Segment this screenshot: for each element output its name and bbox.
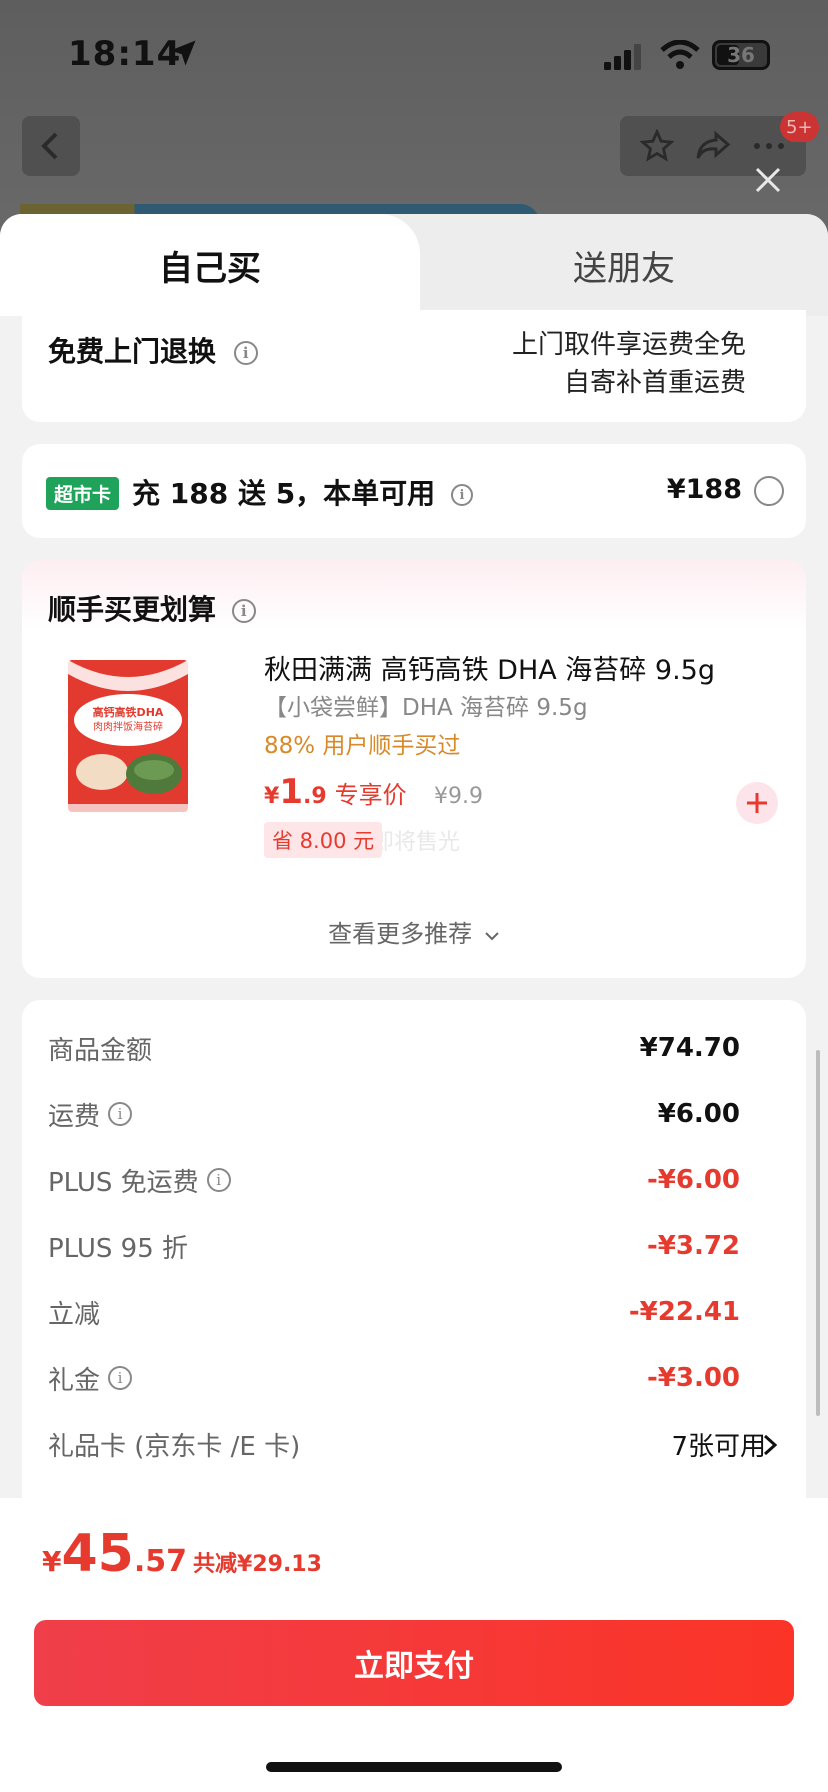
summary-row-gift-money: 礼金 i -¥3.00: [48, 1358, 740, 1398]
original-price: ¥9.9: [434, 784, 483, 809]
summary-label: PLUS 免运费 i: [48, 1162, 231, 1199]
price-yen: ¥: [264, 784, 280, 809]
total-yen: ¥: [42, 1545, 62, 1578]
save-badge: 省 8.00 元: [264, 822, 383, 858]
package-text-1: 高钙高铁DHA: [93, 705, 164, 719]
status-time: 18:14: [68, 34, 182, 74]
returns-line1: 上门取件享运费全免: [511, 330, 746, 360]
package-text-2: 肉肉拌饭海苔碎: [93, 720, 163, 733]
summary-row-gift-card[interactable]: 礼品卡 (京东卡 /E 卡) 7张可用: [48, 1424, 766, 1464]
back-button[interactable]: [22, 116, 80, 176]
location-arrow-icon: [170, 40, 196, 66]
add-to-order-button[interactable]: [736, 782, 778, 824]
summary-label-text: 运费: [48, 1101, 101, 1132]
info-icon[interactable]: i: [206, 1168, 231, 1192]
summary-value: -¥6.00: [646, 1165, 740, 1195]
chevron-left-icon: [41, 132, 58, 160]
notification-badge: 5+: [780, 112, 819, 142]
summary-value: ¥74.70: [639, 1033, 740, 1063]
summary-value: 7张可用: [671, 1431, 766, 1462]
price-int: 1: [279, 772, 303, 812]
more-recommend-link[interactable]: 查看更多推荐: [22, 914, 806, 949]
summary-label-text: PLUS 免运费: [48, 1167, 199, 1198]
product-stat: 88% 用户顺手买过: [264, 733, 461, 759]
summary-row-shipping: 运费 i ¥6.00: [48, 1094, 740, 1134]
info-icon[interactable]: i: [108, 1366, 133, 1390]
product-name[interactable]: 秋田满满 高钙高铁 DHA 海苔碎 9.5g: [264, 648, 715, 687]
product-price: ¥1.9 专享价: [264, 772, 407, 812]
checkout-bottom-bar: ¥45.57 共减¥29.13 立即支付: [0, 1498, 828, 1792]
returns-title-text: 免费上门退换: [48, 335, 217, 368]
product-package-image: 高钙高铁DHA 肉肉拌饭海苔碎: [68, 660, 188, 812]
returns-card: 免费上门退换 i 上门取件享运费全免 自寄补首重运费: [22, 310, 806, 422]
summary-label: 立减: [48, 1299, 101, 1330]
summary-row-plus-shipping: PLUS 免运费 i -¥6.00: [48, 1160, 740, 1200]
supermarket-card-row[interactable]: 超市卡 充 188 送 5，本单可用 i ¥188: [22, 444, 806, 538]
summary-value: -¥22.41: [628, 1297, 740, 1327]
summary-label: 运费 i: [48, 1096, 133, 1133]
returns-title: 免费上门退换 i: [48, 330, 258, 370]
chevron-down-icon: [485, 932, 499, 941]
returns-line2: 自寄补首重运费: [563, 368, 746, 398]
summary-row-plus-discount: PLUS 95 折 -¥3.72: [48, 1226, 740, 1266]
battery-level: 36: [727, 43, 755, 67]
supermarket-radio[interactable]: [754, 476, 784, 506]
recommend-title-text: 顺手买更划算: [48, 593, 217, 626]
total-price: ¥45.57 共减¥29.13: [42, 1524, 322, 1584]
summary-label: PLUS 95 折: [48, 1233, 189, 1264]
scrollbar[interactable]: [816, 1050, 820, 1416]
total-int: 45: [61, 1524, 134, 1584]
summary-row-instant-discount: 立减 -¥22.41: [48, 1292, 740, 1332]
star-icon[interactable]: [640, 129, 675, 163]
summary-value: ¥6.00: [657, 1099, 740, 1129]
supermarket-tag: 超市卡: [46, 477, 120, 510]
summary-value: -¥3.00: [646, 1363, 740, 1393]
recommend-card: 顺手买更划算 i 高钙高铁DHA 肉肉拌饭海苔碎 秋田满满 高钙高铁 DHA 海…: [22, 560, 806, 978]
status-bar: 18:14 36: [0, 0, 828, 100]
tab-self[interactable]: 自己买: [0, 214, 420, 316]
pay-now-button[interactable]: 立即支付: [34, 1620, 794, 1706]
selling-out-label: 即将售光: [372, 830, 461, 855]
product-image[interactable]: 高钙高铁DHA 肉肉拌饭海苔碎: [46, 654, 210, 818]
tab-bar: 送朋友 自己买: [0, 214, 828, 316]
signal-icon: [604, 44, 641, 70]
supermarket-offer-text: 充 188 送 5，本单可用: [132, 477, 436, 510]
recommend-title: 顺手买更划算 i: [48, 588, 256, 628]
tab-gift[interactable]: 送朋友: [420, 214, 828, 316]
info-icon[interactable]: i: [108, 1102, 133, 1126]
summary-label: 商品金额: [48, 1035, 153, 1066]
share-icon[interactable]: [695, 131, 731, 161]
wifi-icon: [660, 40, 700, 69]
info-icon[interactable]: i: [450, 484, 473, 506]
price-dec: .9: [302, 784, 327, 809]
supermarket-offer: 充 188 送 5，本单可用 i: [132, 472, 473, 512]
close-icon[interactable]: [752, 164, 784, 196]
info-icon[interactable]: i: [231, 599, 256, 623]
summary-label: 礼金 i: [48, 1360, 133, 1397]
more-recommend-text: 查看更多推荐: [328, 920, 473, 948]
total-saved: 共减¥29.13: [193, 1552, 322, 1577]
supermarket-price: ¥188: [666, 474, 742, 505]
plus-icon: [747, 793, 767, 813]
more-icon[interactable]: [752, 141, 786, 151]
home-indicator: [266, 1762, 562, 1772]
info-icon[interactable]: i: [233, 341, 258, 365]
summary-value: -¥3.72: [646, 1231, 740, 1261]
price-summary-card: 商品金额 ¥74.70 运费 i ¥6.00 PLUS 免运费 i -¥6.00 P…: [22, 1000, 806, 1520]
product-subtitle: 【小袋尝鲜】DHA 海苔碎 9.5g: [264, 695, 588, 721]
chevron-right-icon[interactable]: [762, 1434, 778, 1456]
total-dec: .57: [133, 1544, 188, 1579]
summary-label: 礼品卡 (京东卡 /E 卡): [48, 1431, 301, 1462]
summary-row-goods: 商品金额 ¥74.70: [48, 1028, 740, 1068]
summary-label-text: 礼金: [48, 1365, 101, 1396]
battery-icon: 36: [712, 40, 770, 70]
price-label: 专享价: [334, 781, 407, 809]
